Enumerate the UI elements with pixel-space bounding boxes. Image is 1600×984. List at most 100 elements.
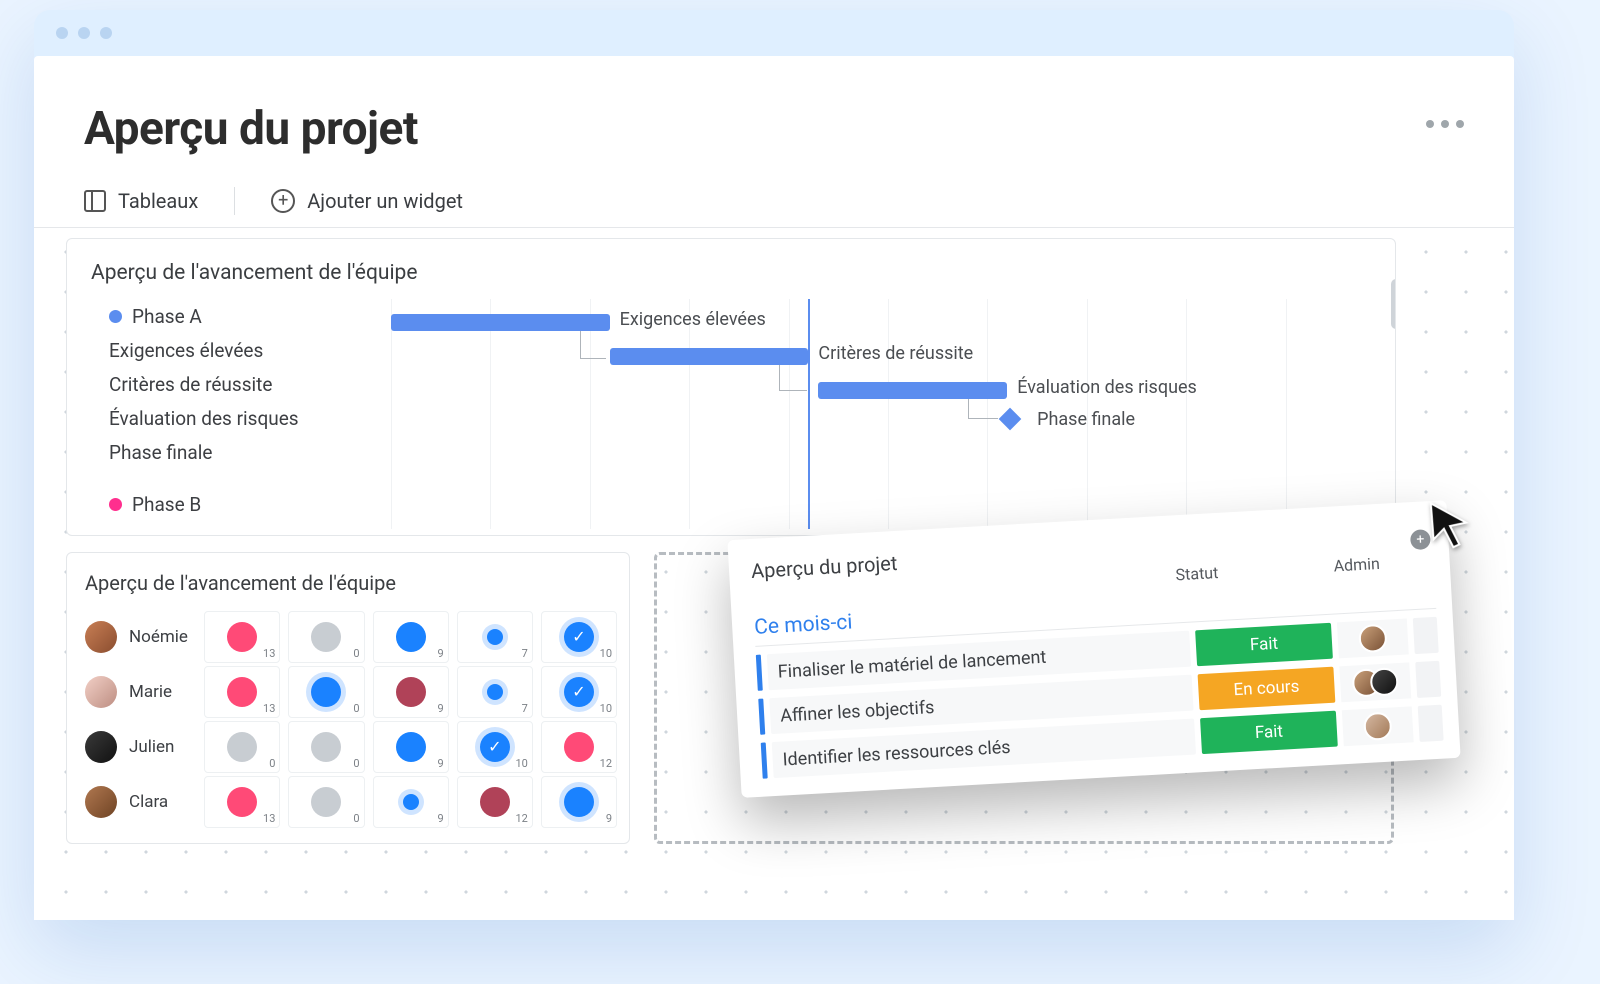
- board-icon: [84, 190, 106, 212]
- matrix-cell[interactable]: 12: [457, 776, 533, 828]
- gantt-bar[interactable]: [391, 314, 610, 331]
- gantt-bar[interactable]: [610, 348, 809, 365]
- phase-a-label: Phase A: [132, 305, 202, 328]
- matrix-cell[interactable]: ✓10: [541, 666, 617, 718]
- row-trailing: [1418, 705, 1444, 742]
- gantt-connector: [580, 331, 606, 359]
- matrix-cell[interactable]: 13: [204, 611, 280, 663]
- row-accent: [758, 699, 765, 735]
- avatar: [1370, 667, 1400, 697]
- avatar: [85, 676, 117, 708]
- person-name: Julien: [129, 737, 174, 757]
- matrix-cell[interactable]: 9: [373, 776, 449, 828]
- matrix-cell[interactable]: ✓10: [457, 721, 533, 773]
- admin-cell[interactable]: [1342, 706, 1414, 746]
- gantt-body: Phase A Exigences élevées Critères de ré…: [91, 299, 1395, 529]
- row-accent: [761, 742, 768, 778]
- person-name: Marie: [129, 682, 172, 702]
- matrix-cell[interactable]: 7: [457, 666, 533, 718]
- avatar: [1358, 624, 1388, 654]
- row-trailing: [1413, 617, 1439, 654]
- check-icon: ✓: [480, 732, 510, 762]
- admin-cell[interactable]: [1337, 618, 1409, 658]
- tableaux-label: Tableaux: [118, 189, 198, 213]
- avatar: [85, 731, 117, 763]
- cursor-icon: [1423, 499, 1475, 555]
- gantt-row-label: Critères de réussite: [109, 367, 369, 401]
- matrix-row: Noémie 13 0 9 7 ✓10: [85, 609, 617, 664]
- gantt-row-label: Exigences élevées: [109, 333, 369, 367]
- check-icon: ✓: [564, 622, 594, 652]
- person-name: Noémie: [129, 627, 188, 647]
- page-header: Aperçu du projet: [34, 56, 1514, 174]
- gantt-bar-label: Phase finale: [1037, 409, 1135, 430]
- gantt-row-label: Phase finale: [109, 435, 369, 469]
- matrix-row: Julien 0 0 9 ✓10 12: [85, 719, 617, 774]
- matrix-cell[interactable]: 7: [457, 611, 533, 663]
- col-status: Statut: [1132, 561, 1263, 587]
- add-widget-button[interactable]: + Ajouter un widget: [271, 189, 463, 213]
- toolbar-separator: [234, 187, 235, 215]
- matrix-cell[interactable]: 0: [288, 666, 364, 718]
- matrix-row: Clara 13 0 9 12 9: [85, 774, 617, 829]
- matrix-cell[interactable]: 0: [288, 776, 364, 828]
- window-dot: [56, 27, 68, 39]
- admin-cell[interactable]: [1339, 662, 1411, 702]
- gantt-bar[interactable]: [818, 382, 1007, 399]
- add-widget-label: Ajouter un widget: [307, 189, 463, 213]
- gantt-milestone[interactable]: [999, 408, 1022, 431]
- row-trailing: [1415, 661, 1441, 698]
- matrix-cell[interactable]: 13: [204, 776, 280, 828]
- browser-window: Aperçu du projet Tableaux + Ajouter un w…: [34, 10, 1514, 920]
- app-body: Aperçu du projet Tableaux + Ajouter un w…: [34, 56, 1514, 920]
- matrix-cell[interactable]: 0: [288, 721, 364, 773]
- gantt-group-b[interactable]: Phase B: [109, 487, 369, 521]
- gantt-row-label: Évaluation des risques: [109, 401, 369, 435]
- matrix-title: Aperçu de l'avancement de l'équipe: [85, 571, 617, 595]
- gantt-bar-label: Critères de réussite: [818, 343, 973, 364]
- gantt-group-a[interactable]: Phase A: [109, 299, 369, 333]
- matrix-cell[interactable]: 9: [373, 666, 449, 718]
- matrix-cell[interactable]: 0: [288, 611, 364, 663]
- today-marker: [808, 299, 810, 529]
- gantt-grid: Exigences élevées Critères de réussite É…: [391, 299, 1385, 529]
- more-menu-button[interactable]: [1426, 102, 1464, 128]
- avatar: [85, 786, 117, 818]
- matrix-cell[interactable]: ✓10: [541, 611, 617, 663]
- row-accent: [756, 655, 763, 691]
- legend-dot-icon: [109, 498, 122, 511]
- gantt-connector: [968, 399, 998, 419]
- status-pill[interactable]: Fait: [1200, 711, 1338, 755]
- gantt-row-labels: Phase A Exigences élevées Critères de ré…: [109, 299, 369, 521]
- dashboard-canvas[interactable]: Aperçu de l'avancement de l'équipe Phase…: [34, 220, 1514, 920]
- avatar: [85, 621, 117, 653]
- matrix-cell[interactable]: 9: [373, 721, 449, 773]
- person-name: Clara: [129, 792, 168, 812]
- person-cell[interactable]: Julien: [85, 731, 196, 763]
- gantt-widget[interactable]: Aperçu de l'avancement de l'équipe Phase…: [66, 238, 1396, 536]
- gantt-title: Aperçu de l'avancement de l'équipe: [91, 261, 1395, 285]
- matrix-cell[interactable]: 9: [541, 776, 617, 828]
- gantt-connector: [779, 365, 807, 391]
- window-controls: [34, 10, 1514, 56]
- person-cell[interactable]: Noémie: [85, 621, 196, 653]
- team-progress-widget[interactable]: Aperçu de l'avancement de l'équipe Noémi…: [66, 552, 630, 844]
- matrix-cell[interactable]: 0: [204, 721, 280, 773]
- matrix-cell[interactable]: 13: [204, 666, 280, 718]
- check-icon: ✓: [564, 677, 594, 707]
- matrix-cell[interactable]: 9: [373, 611, 449, 663]
- legend-dot-icon: [109, 310, 122, 323]
- gantt-bar-label: Évaluation des risques: [1017, 377, 1197, 398]
- plus-circle-icon: +: [271, 189, 295, 213]
- tableaux-button[interactable]: Tableaux: [84, 189, 198, 213]
- person-cell[interactable]: Clara: [85, 786, 196, 818]
- matrix-cell[interactable]: 12: [541, 721, 617, 773]
- status-pill[interactable]: Fait: [1195, 623, 1333, 667]
- status-pill[interactable]: En cours: [1198, 667, 1336, 711]
- col-admin: Admin: [1321, 553, 1392, 576]
- person-cell[interactable]: Marie: [85, 676, 196, 708]
- tasks-widget-floating[interactable]: + Aperçu du projet Statut Admin Ce mois-…: [727, 500, 1460, 798]
- window-dot: [100, 27, 112, 39]
- matrix-row: Marie 13 0 9 7 ✓10: [85, 664, 617, 719]
- avatar: [1363, 712, 1393, 742]
